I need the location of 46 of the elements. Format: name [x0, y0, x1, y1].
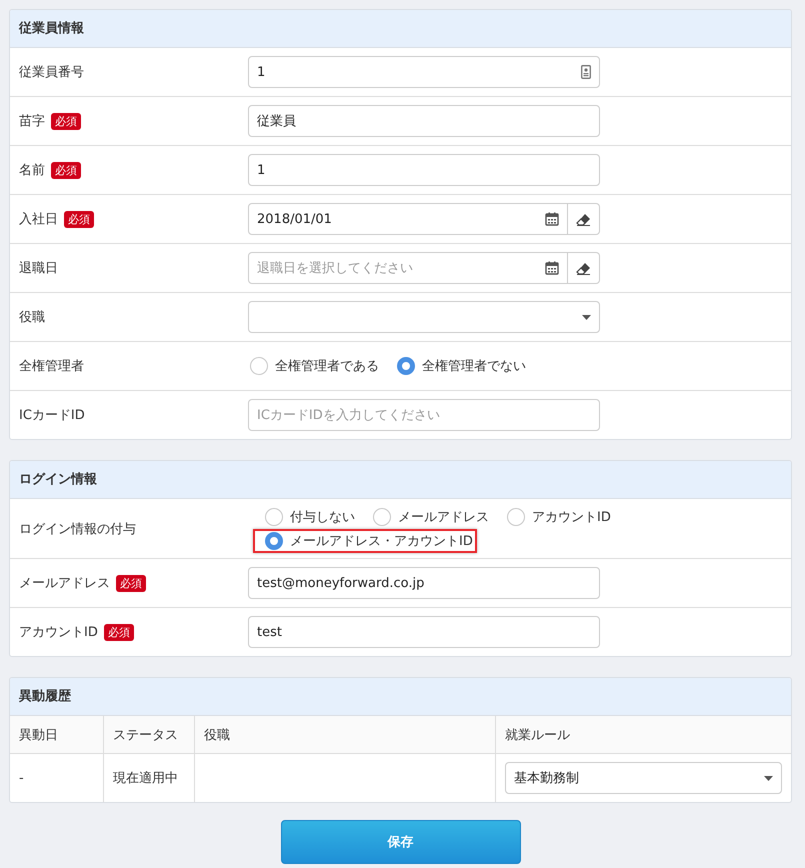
- input-field[interactable]: test: [248, 616, 600, 648]
- field-value: 1: [257, 64, 266, 80]
- radio-option[interactable]: 全権管理者である: [248, 355, 381, 377]
- required-badge: 必須: [104, 624, 134, 640]
- column-header: 就業ルール: [496, 716, 791, 754]
- field-label: アカウントID: [19, 624, 98, 641]
- select-field[interactable]: 基本勤務制: [505, 762, 782, 794]
- table-cell: -: [10, 754, 104, 802]
- column-header: ステータス: [104, 716, 194, 754]
- required-badge: 必須: [51, 112, 81, 130]
- placeholder: ICカードIDを入力してください: [257, 407, 441, 424]
- field-label: ICカードID: [19, 407, 85, 424]
- radio-option[interactable]: 付与しない: [253, 504, 361, 528]
- section-title: ログイン情報: [10, 461, 791, 499]
- radio-option[interactable]: メールアドレス・アカウントID: [253, 528, 477, 552]
- section-title: 従業員情報: [10, 10, 791, 48]
- radio-option[interactable]: 全権管理者でない: [395, 355, 528, 377]
- required-badge: 必須: [116, 574, 146, 592]
- field-label: 役職: [19, 309, 45, 326]
- section-title: 異動履歴: [10, 678, 791, 716]
- input-field[interactable]: 従業員: [248, 105, 600, 137]
- field-value: test@moneyforward.co.jp: [257, 576, 426, 590]
- field-label: 名前: [19, 162, 45, 179]
- field-value: test: [257, 624, 283, 640]
- input-field[interactable]: 1: [248, 56, 600, 88]
- field-label: 全権管理者: [19, 358, 84, 375]
- required-badge: 必須: [64, 210, 94, 228]
- field-value: 1: [257, 162, 266, 178]
- placeholder: 退職日を選択してください: [257, 260, 414, 277]
- field-label: メールアドレス: [19, 575, 110, 592]
- field-label: 入社日: [19, 211, 58, 228]
- required-badge: 必須: [51, 162, 81, 178]
- radio-option[interactable]: アカウントID: [495, 504, 617, 528]
- field-label: ログイン情報の付与: [19, 520, 136, 538]
- input-field[interactable]: test@moneyforward.co.jp: [248, 567, 600, 599]
- field-label: 苗字: [19, 113, 45, 130]
- field-value: 2018/01/01: [257, 212, 333, 226]
- input-field[interactable]: 2018/01/01: [248, 203, 568, 235]
- input-field[interactable]: 1: [248, 154, 600, 186]
- column-header: 役職: [194, 716, 496, 754]
- column-header: 異動日: [10, 716, 104, 754]
- table-cell: 現在適用中: [104, 754, 194, 802]
- field-label: 従業員番号: [19, 64, 84, 81]
- field-value: 従業員: [257, 113, 297, 130]
- radio-option[interactable]: メールアドレス: [361, 504, 495, 528]
- field-label: 退職日: [19, 260, 58, 277]
